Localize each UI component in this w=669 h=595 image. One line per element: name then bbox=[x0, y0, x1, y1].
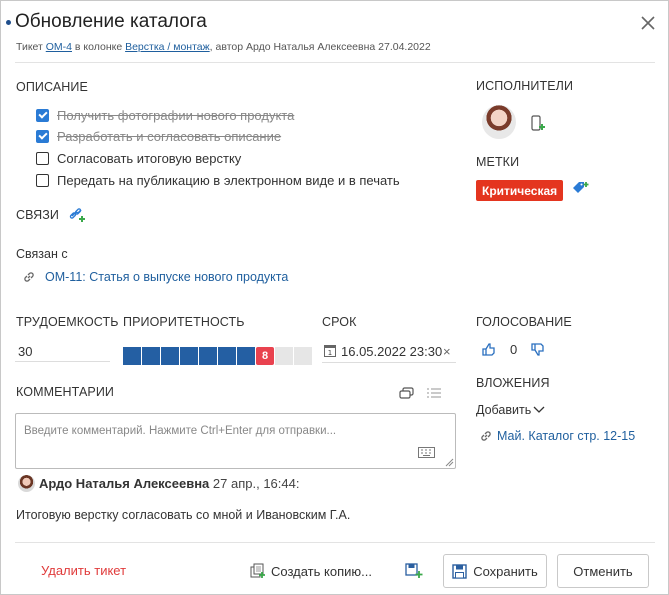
svg-text:1: 1 bbox=[328, 349, 332, 357]
save-icon bbox=[452, 563, 467, 579]
checklist-item[interactable]: Передать на публикацию в электронном вид… bbox=[36, 171, 400, 189]
meta-prefix: Тикет bbox=[16, 41, 46, 53]
clear-date-icon[interactable]: × bbox=[443, 344, 451, 359]
priority-segment-empty[interactable] bbox=[294, 347, 312, 365]
ticket-id-link[interactable]: OM-4 bbox=[46, 41, 72, 53]
priority-segment-filled[interactable] bbox=[161, 347, 179, 365]
thumbs-down-icon[interactable] bbox=[531, 343, 545, 356]
status-dot bbox=[6, 20, 11, 25]
priority-label: ПРИОРИТЕТНОСТЬ bbox=[123, 315, 245, 329]
effort-underline bbox=[15, 361, 110, 362]
comment-author-avatar bbox=[18, 475, 35, 492]
footer-divider bbox=[15, 542, 655, 543]
add-tag-icon[interactable] bbox=[572, 181, 590, 197]
effort-label: ТРУДОЕМКОСТЬ bbox=[16, 315, 119, 329]
checklist-item[interactable]: Согласовать итоговую верстку bbox=[36, 149, 241, 167]
comment-view-icon[interactable] bbox=[399, 387, 415, 401]
save-button[interactable]: Сохранить bbox=[443, 554, 547, 588]
related-label: Связан с bbox=[16, 247, 68, 261]
chevron-down-icon bbox=[533, 406, 545, 414]
checklist-item-label: Передать на публикацию в электронном вид… bbox=[57, 172, 400, 188]
ticket-title[interactable]: Обновление каталога bbox=[15, 11, 207, 33]
comment-text: Итоговую верстку согласовать со мной и И… bbox=[16, 508, 351, 522]
header-divider bbox=[15, 62, 655, 63]
add-attachment-dropdown[interactable]: Добавить bbox=[476, 403, 545, 417]
assignee-avatar[interactable] bbox=[482, 105, 516, 139]
meta-mid: в колонке bbox=[72, 41, 126, 53]
related-ticket[interactable]: OM-11: Статья о выпуске нового продукта bbox=[23, 270, 288, 284]
due-date-input[interactable]: 16.05.2022 23:30 bbox=[341, 344, 442, 359]
tags-label: МЕТКИ bbox=[476, 155, 520, 169]
priority-segment-filled[interactable] bbox=[237, 347, 255, 365]
description-label: ОПИСАНИЕ bbox=[16, 80, 88, 94]
resize-handle-icon[interactable] bbox=[445, 458, 454, 467]
priority-segment-current[interactable]: 8 bbox=[256, 347, 274, 365]
effort-input[interactable]: 30 bbox=[18, 344, 32, 359]
thumbs-up-icon[interactable] bbox=[482, 343, 496, 356]
save-as-template-icon[interactable] bbox=[405, 563, 423, 579]
meta-suffix: , автор Ардо Наталья Алексеевна 27.04.20… bbox=[209, 41, 431, 53]
comment-placeholder: Введите комментарий. Нажмите Ctrl+Enter … bbox=[24, 425, 337, 437]
copy-icon bbox=[250, 563, 266, 579]
add-attachment-label: Добавить bbox=[476, 403, 532, 417]
comment-list-icon[interactable] bbox=[426, 387, 442, 401]
add-assignee-icon[interactable] bbox=[530, 115, 546, 133]
vote-count: 0 bbox=[510, 342, 518, 357]
delete-ticket-button[interactable]: Удалить тикет bbox=[41, 563, 126, 578]
checkbox-unchecked[interactable] bbox=[36, 173, 49, 187]
create-copy-label: Создать копию... bbox=[271, 563, 372, 579]
checkbox-checked[interactable] bbox=[36, 108, 49, 122]
add-link-icon[interactable] bbox=[69, 207, 87, 223]
checkbox-checked[interactable] bbox=[36, 129, 49, 143]
priority-segment-filled[interactable] bbox=[180, 347, 198, 365]
tag-critical[interactable]: Критическая bbox=[476, 180, 564, 201]
ticket-meta: Тикет OM-4 в колонке Верстка / монтаж, а… bbox=[16, 41, 431, 53]
attachments-label: ВЛОЖЕНИЯ bbox=[476, 376, 550, 390]
attachment-link[interactable]: Май. Каталог стр. 12-15 bbox=[497, 429, 635, 443]
comment-header: Ардо Наталья Алексеевна 27 апр., 16:44: bbox=[39, 476, 299, 491]
column-link[interactable]: Верстка / монтаж bbox=[125, 41, 210, 53]
priority-segment-filled[interactable] bbox=[199, 347, 217, 365]
related-ticket-link[interactable]: OM-11: Статья о выпуске нового продукта bbox=[45, 270, 288, 284]
links-label: СВЯЗИ bbox=[16, 208, 60, 222]
comment-author: Ардо Наталья Алексеевна bbox=[39, 476, 210, 491]
comment-date: 27 апр., 16:44: bbox=[212, 476, 300, 491]
due-label: СРОК bbox=[322, 315, 357, 329]
link-icon bbox=[23, 271, 35, 283]
voting-control: 0 bbox=[482, 342, 545, 357]
priority-segment-filled[interactable] bbox=[142, 347, 160, 365]
checklist-item-label: Согласовать итоговую верстку bbox=[57, 150, 242, 166]
checklist-item-label: Получить фотографии нового продукта bbox=[57, 107, 295, 123]
calendar-icon[interactable]: 1 bbox=[324, 344, 336, 357]
priority-segment-filled[interactable] bbox=[123, 347, 141, 365]
save-label: Сохранить bbox=[473, 563, 538, 579]
voting-label: ГОЛОСОВАНИЕ bbox=[476, 315, 572, 329]
checkbox-unchecked[interactable] bbox=[36, 151, 49, 165]
link-icon bbox=[480, 430, 492, 442]
checklist-item[interactable]: Получить фотографии нового продукта bbox=[36, 106, 294, 124]
close-icon[interactable] bbox=[639, 14, 657, 32]
attachment-item[interactable]: Май. Каталог стр. 12-15 bbox=[480, 429, 635, 443]
keyboard-icon[interactable] bbox=[418, 447, 435, 458]
assignees-label: ИСПОЛНИТЕЛИ bbox=[476, 79, 574, 93]
comment-textarea[interactable]: Введите комментарий. Нажмите Ctrl+Enter … bbox=[15, 413, 456, 469]
priority-bar[interactable]: 8 bbox=[123, 347, 313, 365]
priority-segment-empty[interactable] bbox=[275, 347, 293, 365]
create-copy-button[interactable]: Создать копию... bbox=[250, 563, 372, 579]
ticket-dialog: Обновление каталога Тикет OM-4 в колонке… bbox=[0, 0, 669, 595]
comments-label: КОММЕНТАРИИ bbox=[16, 385, 115, 399]
due-underline bbox=[322, 362, 456, 363]
priority-segment-filled[interactable] bbox=[218, 347, 236, 365]
cancel-button[interactable]: Отменить bbox=[557, 554, 649, 588]
checklist-item[interactable]: Разработать и согласовать описание bbox=[36, 127, 281, 145]
checklist-item-label: Разработать и согласовать описание bbox=[57, 128, 282, 144]
